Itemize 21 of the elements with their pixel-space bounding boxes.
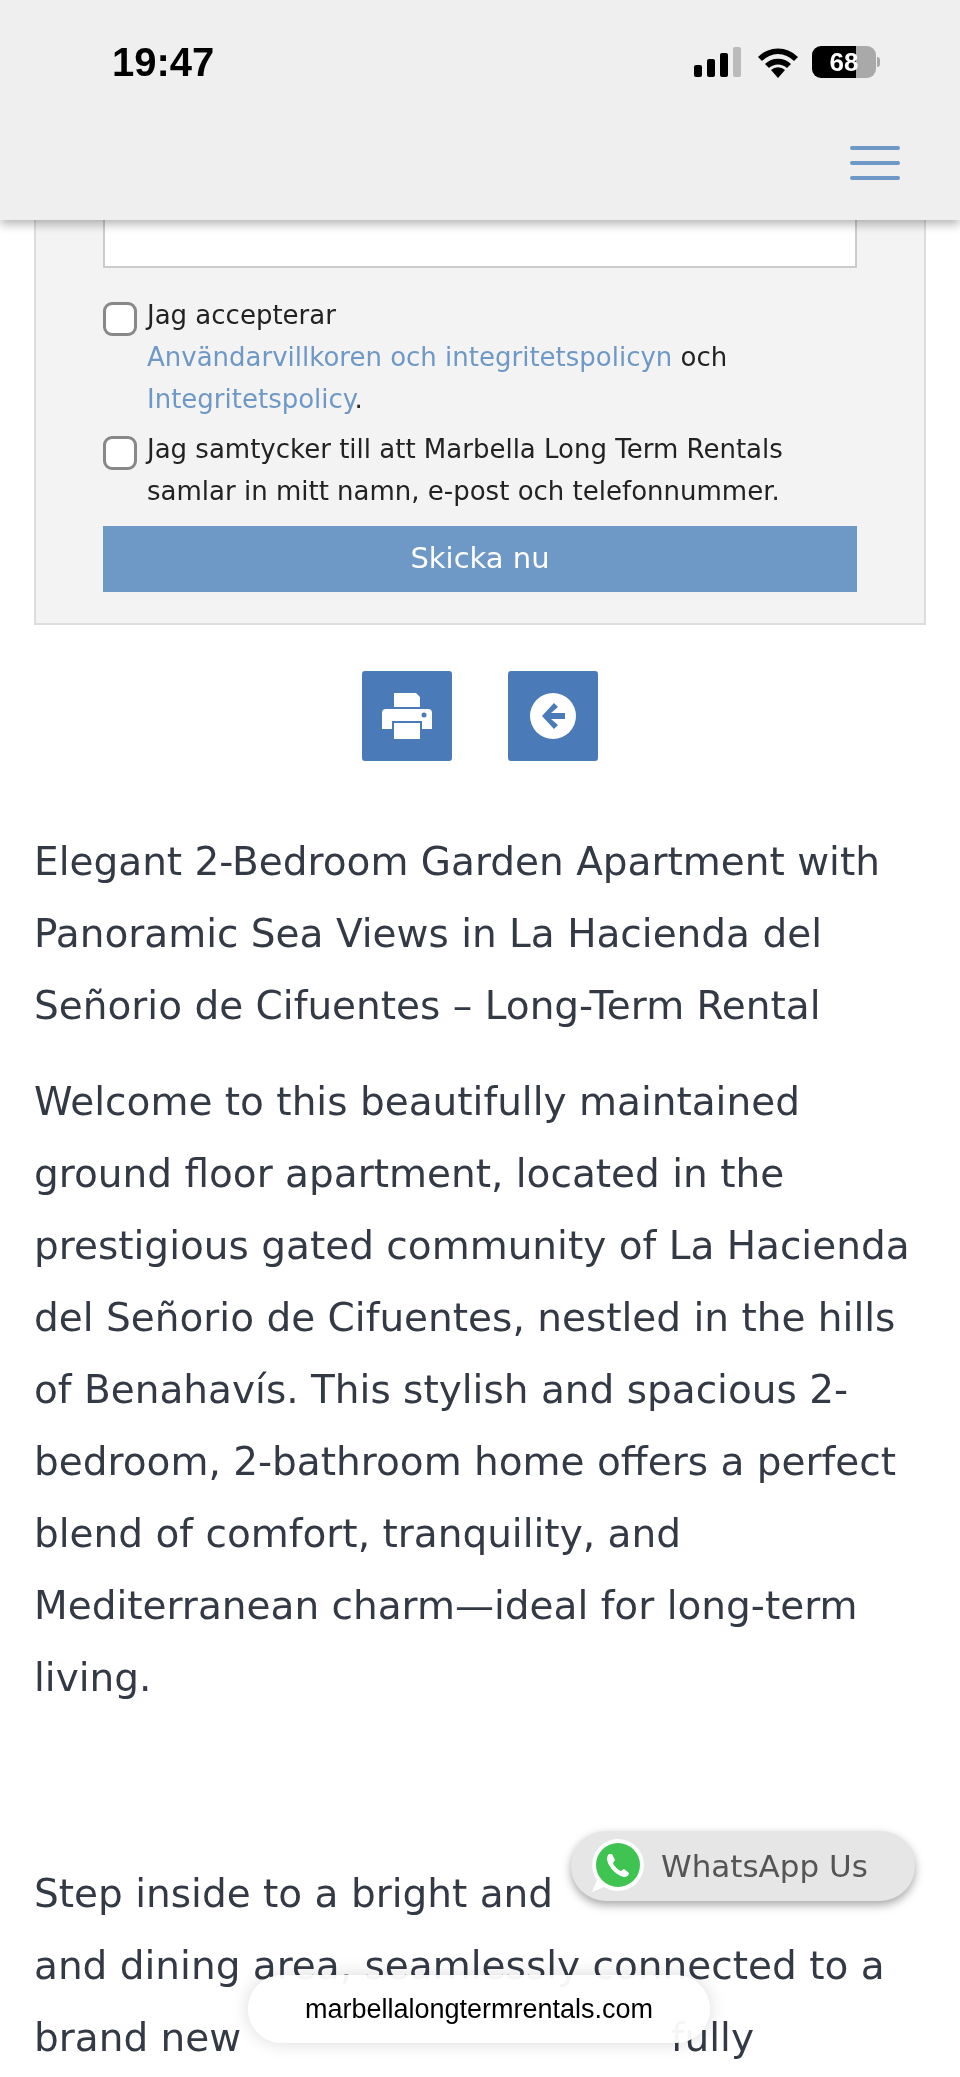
description-text: brand new: [34, 2014, 242, 2062]
consent-text: Jag samtycker till att Marbella Long Term Rentals samlar in mitt namn, e-post och telefonnummer.: [147, 433, 784, 508]
submit-button[interactable]: Skicka nu: [103, 526, 857, 592]
menu-button[interactable]: [850, 146, 900, 180]
consent-text: Jag accepterar Användarvillkoren och integritetspolicyn och Integritetspolicy.: [147, 299, 729, 416]
print-button[interactable]: [362, 671, 452, 761]
whatsapp-button[interactable]: WhatsApp Us: [571, 1831, 915, 1901]
input-field[interactable]: [103, 220, 857, 268]
policy-link[interactable]: Användarvillkoren och integritetspolicyn: [147, 342, 673, 372]
whatsapp-icon: [589, 1837, 647, 1895]
description-text: Step inside to a bright and: [34, 1870, 554, 1918]
description-paragraph: Welcome to this beautifully maintained ground floor apartment, located in the prestigious gated community of La Hacienda del Señorio de Cifuentes, nestled in the hills of Benahavís. This stylish and spacious 2-bedroom, 2-bathroom home offers a perfect blend of comfort, tranquility, and Mediterranean charm—ideal for long-term living.: [34, 1078, 911, 1702]
wifi-icon: [756, 46, 800, 78]
policy-link[interactable]: Integritetspolicy: [147, 384, 355, 414]
back-button[interactable]: [508, 671, 598, 761]
checkbox[interactable]: [103, 302, 137, 336]
printer-icon: [382, 693, 432, 739]
checkbox[interactable]: [103, 436, 137, 470]
status-time: 19:47: [112, 39, 215, 86]
signal-icon: [694, 47, 744, 77]
listing-title: Elegant 2-Bedroom Garden Apartment with Panoramic Sea Views in La Hacienda del Señorio de Cifuentes – Long-Term Rental: [34, 838, 881, 1030]
